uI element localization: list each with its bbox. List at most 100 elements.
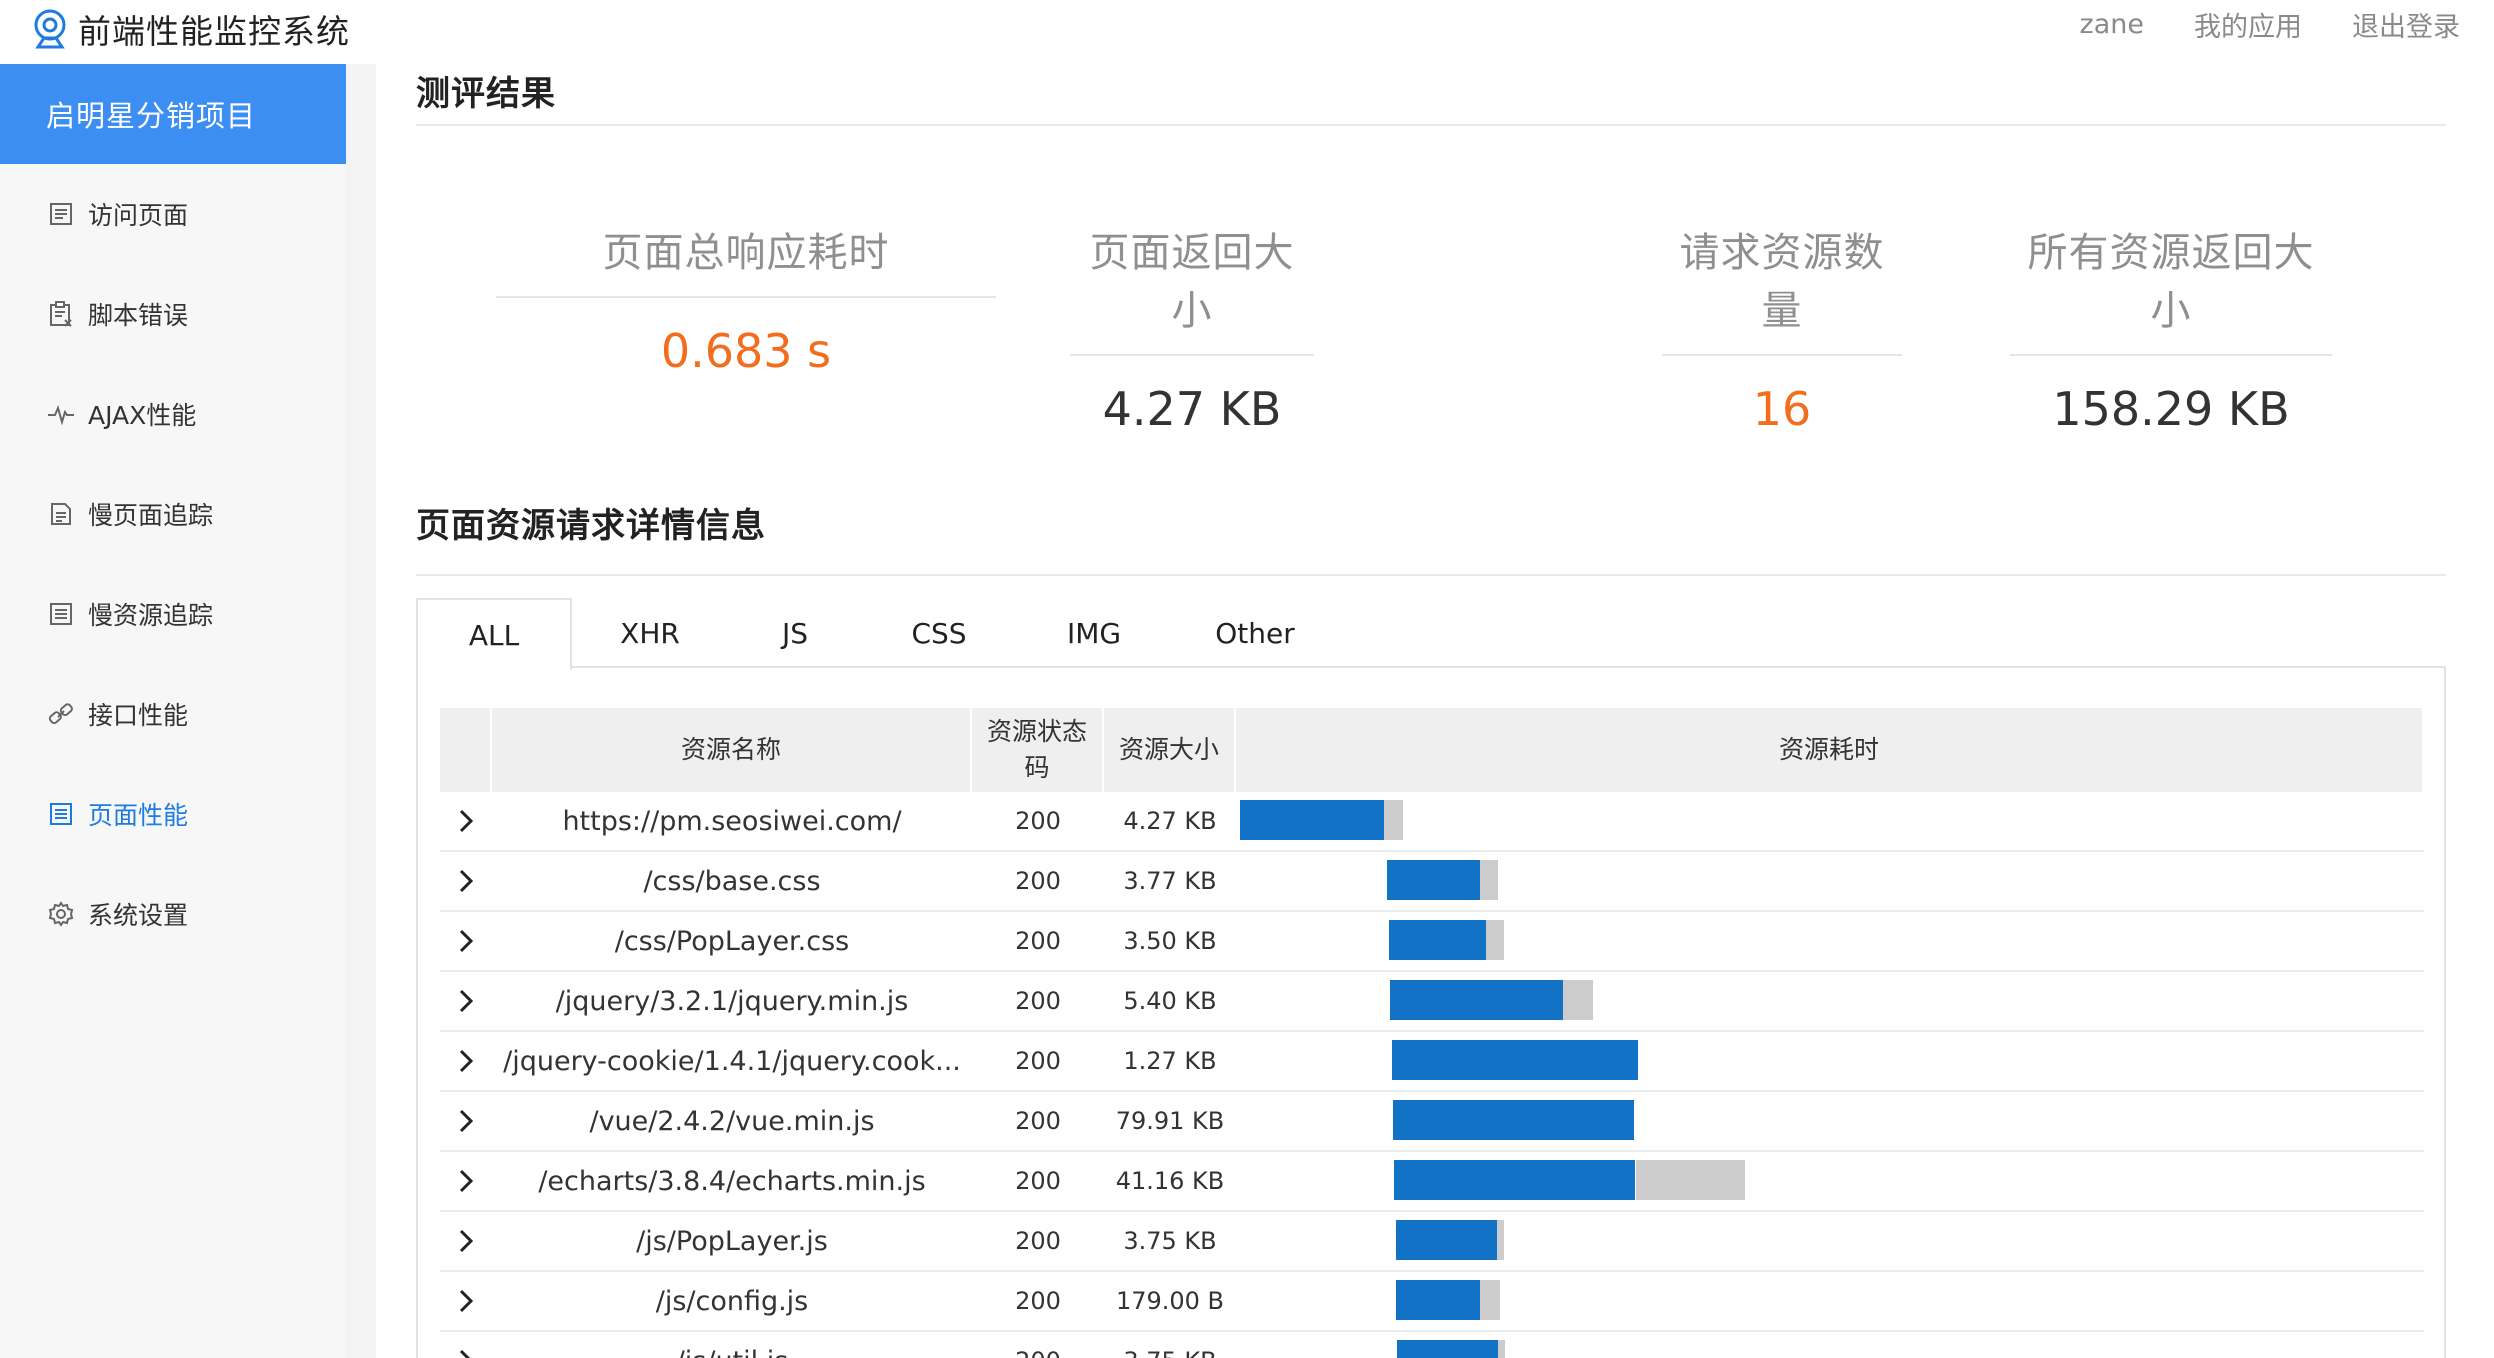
sidebar-item-visit-pages[interactable]: 访问页面 xyxy=(0,164,346,264)
resource-size: 41.16 KB xyxy=(1115,1167,1225,1195)
table-row[interactable]: /css/PopLayer.css 200 3.50 KB xyxy=(440,912,2424,972)
evaluation-title: 测评结果 xyxy=(416,74,556,114)
expand-cell[interactable] xyxy=(440,912,492,970)
metric-label: 请求资源数量 xyxy=(1662,220,1902,356)
resource-status: 200 xyxy=(1015,927,1061,955)
timing-bar-wait xyxy=(1498,1340,1505,1358)
sidebar-item-system-settings[interactable]: 系统设置 xyxy=(0,864,346,964)
slow-resource-icon xyxy=(44,597,78,631)
chevron-right-icon[interactable] xyxy=(458,988,474,1014)
chevron-right-icon[interactable] xyxy=(458,928,474,954)
expand-cell[interactable] xyxy=(440,1272,492,1330)
resource-size: 4.27 KB xyxy=(1123,807,1217,835)
chevron-right-icon[interactable] xyxy=(458,868,474,894)
resource-name-cell: /js/config.js xyxy=(492,1272,972,1330)
expand-cell[interactable] xyxy=(440,852,492,910)
timing-bar-response xyxy=(1390,980,1563,1020)
pulse-icon xyxy=(44,397,78,431)
tab-js[interactable]: JS xyxy=(728,598,862,668)
tab-xhr[interactable]: XHR xyxy=(572,598,728,668)
chevron-right-icon[interactable] xyxy=(458,1288,474,1314)
expand-cell[interactable] xyxy=(440,1092,492,1150)
chevron-right-icon[interactable] xyxy=(458,1108,474,1134)
timing-bar-response xyxy=(1392,1040,1638,1080)
expand-cell[interactable] xyxy=(440,1212,492,1270)
sidebar-item-slow-page-trace[interactable]: 慢页面追踪 xyxy=(0,464,346,564)
resource-name-cell: /js/util.js xyxy=(492,1332,972,1358)
table-row[interactable]: /vue/2.4.2/vue.min.js 200 79.91 KB xyxy=(440,1092,2424,1152)
resource-timing-cell xyxy=(1236,912,2424,970)
sidebar: 启明星分销项目 访问页面 脚本错误 AJAX性能 慢页面追踪 慢资源追踪 接口性… xyxy=(0,64,346,1358)
sidebar-item-slow-resource-trace[interactable]: 慢资源追踪 xyxy=(0,564,346,664)
top-header: 前端性能监控系统 zane 我的应用 退出登录 xyxy=(0,0,2494,64)
table-row[interactable]: /js/PopLayer.js 200 3.75 KB xyxy=(440,1212,2424,1272)
expand-cell[interactable] xyxy=(440,972,492,1030)
sidebar-item-api-performance[interactable]: 接口性能 xyxy=(0,664,346,764)
timing-bar-wait xyxy=(1480,1280,1500,1320)
resource-timing-cell xyxy=(1236,972,2424,1030)
user-name-link[interactable]: zane xyxy=(2080,9,2144,40)
metric-label: 页面返回大小 xyxy=(1070,220,1314,356)
table-body: https://pm.seosiwei.com/200 4.27 KB/css/b… xyxy=(440,792,2424,1358)
table-row[interactable]: /js/util.js 2003.75 KB xyxy=(440,1332,2424,1358)
expand-cell[interactable] xyxy=(440,1332,492,1358)
app-title: 前端性能监控系统 xyxy=(78,12,350,51)
resource-name-cell: /css/PopLayer.css xyxy=(492,912,972,970)
expand-cell[interactable] xyxy=(440,792,492,850)
table-row[interactable]: /echarts/3.8.4/echarts.min.js 200 41.16 KB xyxy=(440,1152,2424,1212)
table-row[interactable]: /jquery-cookie/1.4.1/jquery.cook... 200 1.… xyxy=(440,1032,2424,1092)
sidebar-item-page-performance[interactable]: 页面性能 xyxy=(0,764,346,864)
my-apps-link[interactable]: 我的应用 xyxy=(2194,5,2302,44)
sidebar-item-label: 接口性能 xyxy=(88,701,189,730)
resource-name-cell: https://pm.seosiwei.com/ xyxy=(492,792,972,850)
expand-cell[interactable] xyxy=(440,1152,492,1210)
table-row[interactable]: /js/config.js 200 179.00 B xyxy=(440,1272,2424,1332)
column-header-size: 资源大小 xyxy=(1104,708,1236,792)
table-row[interactable]: /jquery/3.2.1/jquery.min.js 200 5.40 KB xyxy=(440,972,2424,1032)
table-row[interactable]: https://pm.seosiwei.com/200 4.27 KB xyxy=(440,792,2424,852)
resource-name-cell: /echarts/3.8.4/echarts.min.js xyxy=(492,1152,972,1210)
resource-name: /js/config.js xyxy=(655,1285,809,1317)
metric-total-resource-size: 所有资源返回大小 158.29 KB xyxy=(2010,220,2332,436)
chevron-right-icon[interactable] xyxy=(458,808,474,834)
chevron-right-icon[interactable] xyxy=(458,1048,474,1074)
logout-link[interactable]: 退出登录 xyxy=(2352,5,2460,44)
tab-css[interactable]: CSS xyxy=(862,598,1016,668)
content-gutter xyxy=(346,64,376,1358)
resource-timing-cell xyxy=(1236,1152,2424,1210)
table-row[interactable]: /css/base.css 200 3.77 KB xyxy=(440,852,2424,912)
resource-name-cell: /js/PopLayer.js xyxy=(492,1212,972,1270)
resource-name: /js/util.js xyxy=(676,1346,789,1358)
timing-bar-response xyxy=(1394,1160,1635,1200)
project-name[interactable]: 启明星分销项目 xyxy=(0,64,346,164)
link-icon xyxy=(44,697,78,731)
tab-other[interactable]: Other xyxy=(1172,598,1338,668)
slow-page-icon xyxy=(44,497,78,531)
expand-cell[interactable] xyxy=(440,1032,492,1090)
sidebar-item-label: 慢资源追踪 xyxy=(88,601,214,630)
gear-icon xyxy=(44,897,78,931)
sidebar-item-label: 慢页面追踪 xyxy=(88,501,214,530)
sidebar-item-script-errors[interactable]: 脚本错误 xyxy=(0,264,346,364)
resource-name: /jquery-cookie/1.4.1/jquery.cook... xyxy=(503,1045,961,1077)
timing-bar-response xyxy=(1397,1340,1498,1358)
metric-page-size: 页面返回大小 4.27 KB xyxy=(1070,220,1314,436)
resource-name: /jquery/3.2.1/jquery.min.js xyxy=(555,985,909,1017)
resource-size: 3.77 KB xyxy=(1123,867,1217,895)
column-header-timing: 资源耗时 xyxy=(1236,708,2424,792)
metric-value: 4.27 KB xyxy=(1102,382,1282,436)
tab-panel-left-border xyxy=(416,666,418,1358)
sidebar-item-ajax-performance[interactable]: AJAX性能 xyxy=(0,364,346,464)
chevron-right-icon[interactable] xyxy=(458,1228,474,1254)
app-logo[interactable]: 前端性能监控系统 xyxy=(28,4,350,54)
chevron-right-icon[interactable] xyxy=(458,1168,474,1194)
tab-img[interactable]: IMG xyxy=(1016,598,1172,668)
resource-status: 200 xyxy=(1015,1047,1061,1075)
sidebar-item-label: AJAX性能 xyxy=(88,401,197,430)
camera-monitor-icon xyxy=(34,9,66,49)
tab-all[interactable]: ALL xyxy=(416,598,572,670)
resource-name: /css/base.css xyxy=(643,865,821,897)
sidebar-item-label: 脚本错误 xyxy=(88,301,189,330)
metric-value: 158.29 KB xyxy=(2052,382,2290,436)
chevron-right-icon[interactable] xyxy=(458,1348,474,1358)
